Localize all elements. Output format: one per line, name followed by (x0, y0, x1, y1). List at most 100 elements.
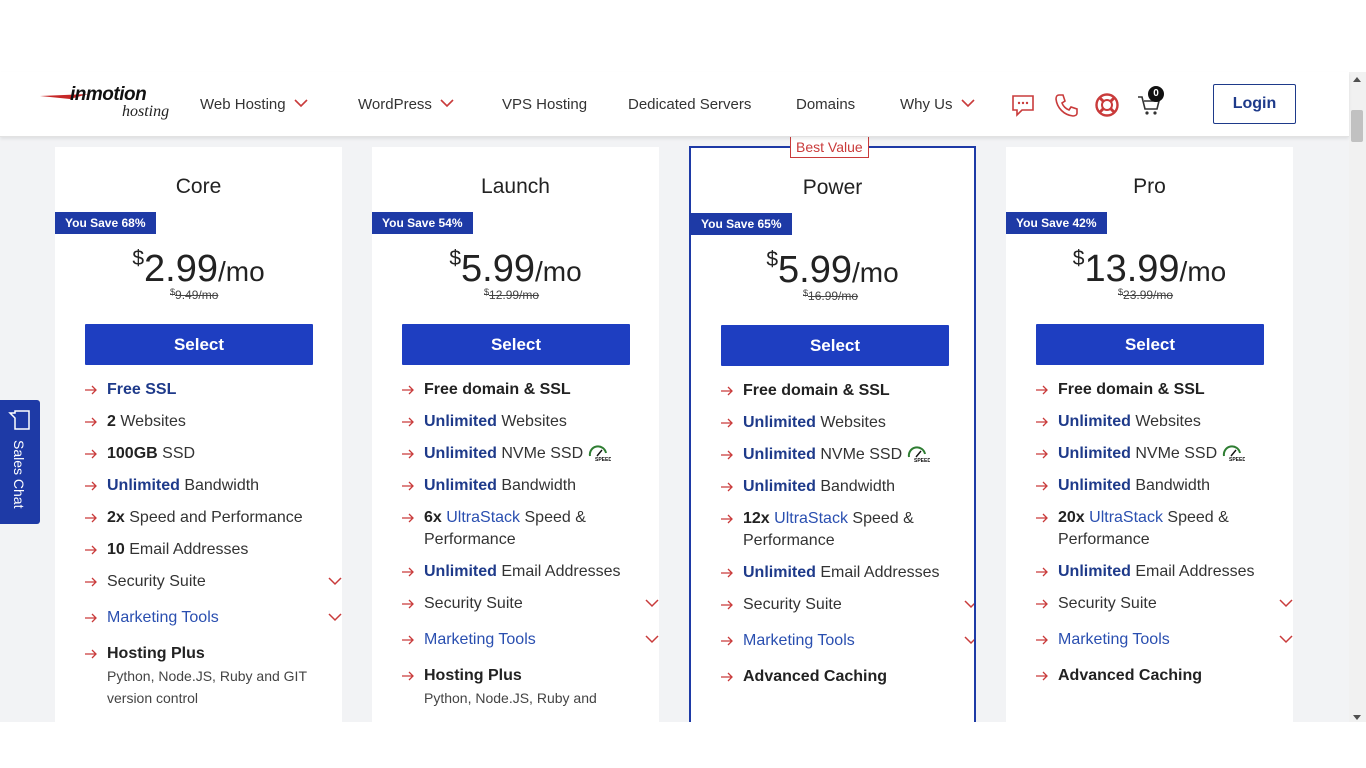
ultrastack-link[interactable]: UltraStack (770, 510, 848, 527)
svg-text:SPEED: SPEED (914, 458, 930, 463)
feature-item: Unlimited NVMe SSD SPEED (721, 444, 961, 466)
arrow-right-icon (402, 449, 414, 459)
arrow-right-icon (721, 418, 733, 428)
nav-wordpress[interactable]: WordPress (358, 96, 454, 113)
savings-badge: You Save 65% (691, 213, 793, 235)
arrow-right-icon (402, 567, 414, 577)
arrow-right-icon (402, 599, 414, 609)
plan-price: $13.99/mo (1072, 247, 1227, 290)
feature-list: Free domain & SSL Unlimited Websites Unl… (721, 380, 974, 698)
scroll-up-arrow-icon[interactable] (1353, 77, 1361, 82)
feature-item: Unlimited Bandwidth (402, 475, 642, 497)
plan-name: Core (175, 175, 222, 198)
chevron-down-icon (960, 99, 975, 108)
marketing-tools-toggle[interactable]: Marketing Tools (1036, 629, 1293, 651)
feature-item: Unlimited Bandwidth (721, 476, 961, 498)
select-launch-button[interactable]: Select (402, 324, 630, 365)
security-suite-toggle[interactable]: Security Suite (402, 593, 659, 615)
nav-web-hosting[interactable]: Web Hosting (200, 96, 308, 113)
chevron-down-icon (645, 635, 659, 644)
select-core-button[interactable]: Select (85, 324, 313, 365)
feature-item: Free domain & SSL (721, 380, 961, 402)
arrow-right-icon (1036, 671, 1048, 681)
scrollbar-thumb[interactable] (1351, 110, 1363, 142)
feature-item: 10 Email Addresses (85, 539, 325, 561)
arrow-right-icon (1036, 449, 1048, 459)
arrow-right-icon (1036, 417, 1048, 427)
chevron-down-icon (964, 636, 974, 645)
arrow-right-icon (402, 481, 414, 491)
chevron-down-icon (964, 600, 974, 609)
arrow-right-icon (1036, 385, 1048, 395)
feature-item: Unlimited Email Addresses (721, 562, 961, 584)
savings-badge: You Save 42% (1006, 212, 1108, 234)
feature-item: Unlimited Websites (1036, 411, 1276, 433)
speed-gauge-icon: SPEED (908, 446, 930, 463)
feature-item: 6x UltraStack Speed & Performance (402, 507, 642, 551)
nav-why-us[interactable]: Why Us (900, 96, 975, 113)
feature-item: Advanced Caching (721, 666, 961, 688)
feature-item: Free domain & SSL (402, 379, 642, 401)
arrow-right-icon (85, 449, 97, 459)
security-suite-toggle[interactable]: Security Suite (1036, 593, 1293, 615)
plan-name: Power (802, 176, 863, 199)
phone-icon[interactable] (1053, 92, 1079, 118)
feature-item: Hosting Plus Python, Node.JS, Ruby and (402, 665, 642, 709)
marketing-tools-toggle[interactable]: Marketing Tools (402, 629, 659, 651)
arrow-right-icon (721, 386, 733, 396)
sales-chat-tab[interactable]: Sales Chat (0, 400, 40, 524)
marketing-tools-toggle[interactable]: Marketing Tools (721, 630, 974, 652)
scroll-down-arrow-icon[interactable] (1353, 715, 1361, 720)
nav-dedicated-servers[interactable]: Dedicated Servers (628, 96, 751, 113)
arrow-right-icon (1036, 599, 1048, 609)
support-icon[interactable] (1094, 92, 1120, 118)
feature-item: Unlimited Bandwidth (1036, 475, 1276, 497)
plan-card-pro: Pro You Save 42% $13.99/mo $23.99/mo Sel… (1006, 147, 1293, 737)
plan-price: $2.99/mo (132, 247, 265, 290)
feature-item: Unlimited NVMe SSD SPEED (1036, 443, 1276, 465)
inmotion-logo[interactable]: inmotion hosting (40, 84, 185, 124)
security-suite-toggle[interactable]: Security Suite (721, 594, 974, 616)
marketing-tools-toggle[interactable]: Marketing Tools (85, 607, 342, 629)
plan-card-launch: Launch You Save 54% $5.99/mo $12.99/mo S… (372, 147, 659, 737)
select-pro-button[interactable]: Select (1036, 324, 1264, 365)
arrow-right-icon (1036, 567, 1048, 577)
chat-icon[interactable] (1010, 92, 1036, 118)
feature-item: Free SSL (85, 379, 325, 401)
arrow-right-icon (402, 385, 414, 395)
arrow-right-icon (721, 636, 733, 646)
arrow-right-icon (1036, 635, 1048, 645)
arrow-right-icon (1036, 513, 1048, 523)
original-price: $12.99/mo (484, 287, 540, 302)
arrow-right-icon (721, 514, 733, 524)
feature-item: 2 Websites (85, 411, 325, 433)
chevron-down-icon (440, 99, 454, 108)
feature-item: Hosting Plus Python, Node.JS, Ruby and GI… (85, 643, 325, 709)
speed-gauge-icon: SPEED (589, 445, 611, 462)
arrow-right-icon (85, 545, 97, 555)
feature-item: Advanced Caching (1036, 665, 1276, 687)
arrow-right-icon (85, 385, 97, 395)
arrow-right-icon (721, 600, 733, 610)
site-header: inmotion hosting Web Hosting WordPress V… (0, 72, 1349, 137)
select-power-button[interactable]: Select (721, 325, 949, 366)
ultrastack-link[interactable]: UltraStack (1085, 509, 1163, 526)
arrow-right-icon (85, 417, 97, 427)
page-scrollbar[interactable] (1349, 72, 1366, 722)
chevron-down-icon (328, 577, 342, 586)
feature-item: 12x UltraStack Speed & Performance (721, 508, 961, 552)
feature-list: Free domain & SSL Unlimited Websites Unl… (402, 379, 659, 719)
nav-domains[interactable]: Domains (796, 96, 855, 113)
security-suite-toggle[interactable]: Security Suite (85, 571, 342, 593)
nav-vps-hosting[interactable]: VPS Hosting (502, 96, 587, 113)
svg-text:SPEED: SPEED (595, 457, 611, 462)
arrow-right-icon (721, 450, 733, 460)
ultrastack-link[interactable]: UltraStack (442, 509, 520, 526)
plan-name: Launch (481, 175, 550, 198)
speed-gauge-icon: SPEED (1223, 445, 1245, 462)
chevron-down-icon (328, 613, 342, 622)
chat-bubble-icon (8, 410, 30, 430)
login-button[interactable]: Login (1213, 84, 1296, 124)
plan-price: $5.99/mo (449, 247, 582, 290)
feature-item: Unlimited Email Addresses (1036, 561, 1276, 583)
